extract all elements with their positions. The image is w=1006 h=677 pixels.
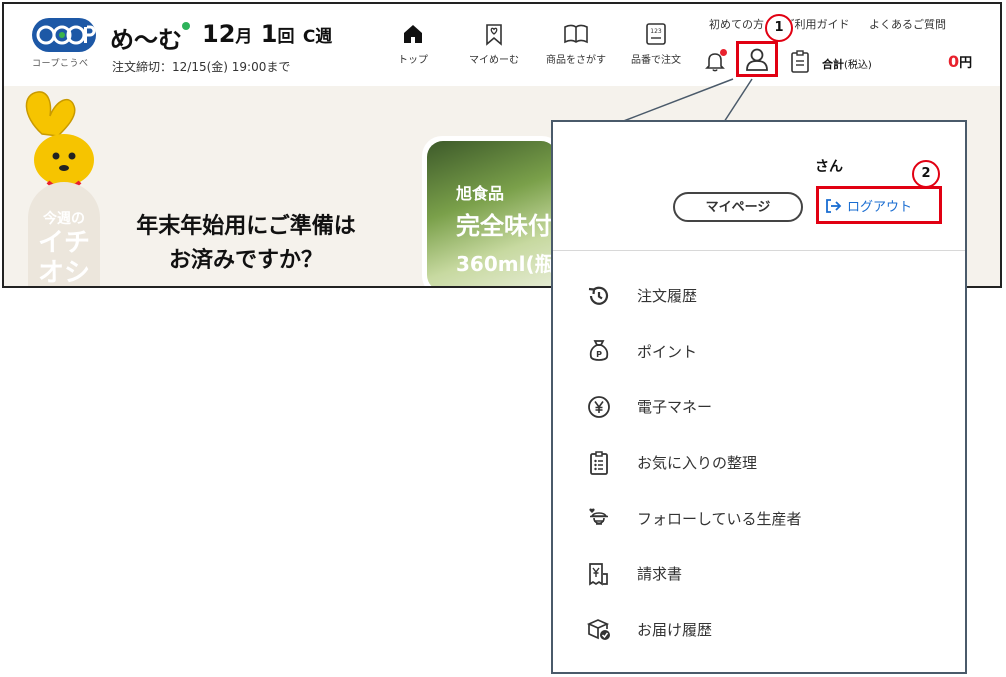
home-icon — [404, 25, 422, 43]
logout-label: ログアウト — [847, 200, 913, 215]
coop-logo[interactable] — [32, 18, 96, 52]
nav-search-products-label: 商品をさがす — [546, 55, 606, 66]
hero-title-line1: 年末年始用にご準備は — [136, 214, 356, 239]
yen-coin-icon — [585, 393, 613, 421]
menu-delivery-history-label: お届け履歴 — [637, 620, 713, 639]
menu-e-money-label: 電子マネー — [637, 398, 713, 417]
menu-favorites[interactable]: お気に入りの整理 — [553, 435, 965, 491]
nav-search-products[interactable]: 商品をさがす — [534, 22, 618, 66]
week-number: 1 — [260, 20, 278, 48]
account-dropdown-menu: さん マイページ ログアウト 2 注文履歴 P ポイント 電子マネー お気に入り… — [551, 120, 967, 674]
menu-e-money[interactable]: 電子マネー — [553, 379, 965, 435]
total-amount-unit: 円 — [959, 56, 973, 71]
notification-dot — [720, 49, 727, 56]
product-maker: 旭食品 — [456, 184, 505, 203]
nav-top-label: トップ — [398, 55, 428, 66]
logo-subtitle: コープこうべ — [32, 59, 89, 69]
user-icon — [746, 48, 768, 71]
total-label: 合計(税込) — [822, 56, 872, 72]
utility-links: 初めての方 ご利用ガイド よくあるご質問 — [709, 16, 962, 32]
weekly-tab-line2: イチ — [37, 228, 90, 258]
number-pad-icon: 123 — [646, 23, 666, 45]
total-tax-note: (税込) — [844, 60, 872, 71]
logout-button[interactable]: ログアウト — [825, 196, 912, 215]
step-badge-2: 2 — [912, 160, 940, 188]
account-menu-list: 注文履歴 P ポイント 電子マネー お気に入りの整理 フォローしている生産者 請… — [553, 268, 965, 657]
mascot-character-icon — [25, 91, 94, 190]
history-icon — [585, 282, 613, 310]
nav-my-meemu[interactable]: マイめーむ — [452, 22, 536, 66]
week-month-unit: 月 — [235, 27, 253, 47]
menu-points[interactable]: P ポイント — [553, 324, 965, 380]
product-name: 完全味付 — [456, 212, 552, 240]
account-button-highlight[interactable] — [736, 41, 778, 77]
producer-icon — [585, 504, 613, 532]
mypage-button[interactable]: マイページ — [673, 192, 803, 222]
order-week-info: 12月 1回 C週 — [202, 20, 332, 48]
link-usage-guide[interactable]: ご利用ガイド — [784, 18, 850, 31]
menu-favorites-label: お気に入りの整理 — [637, 454, 758, 473]
site-header: コープこうべ め〜む 12月 1回 C週 注文締切：12/15(金) 19:00… — [4, 4, 1000, 86]
user-name-suffix: さん — [815, 159, 843, 175]
svg-text:123: 123 — [650, 28, 662, 35]
menu-followed-producers-label: フォローしている生産者 — [637, 509, 802, 528]
menu-order-history[interactable]: 注文履歴 — [553, 268, 965, 324]
weekly-tab-line1: 今週の — [43, 211, 85, 227]
menu-divider — [553, 250, 965, 251]
svg-text:P: P — [596, 350, 602, 359]
menu-delivery-history[interactable]: お届け履歴 — [553, 602, 965, 658]
week-number-unit: 回 — [277, 27, 295, 47]
week-month-number: 12 — [202, 20, 236, 48]
step-badge-1: 1 — [765, 14, 793, 42]
nav-order-by-number[interactable]: 123 品番で注文 — [614, 22, 698, 66]
menu-invoice-label: 請求書 — [637, 565, 683, 584]
total-amount-value: 0 — [948, 52, 960, 71]
invoice-icon — [585, 560, 613, 588]
delivery-box-icon — [585, 615, 613, 643]
book-icon — [564, 24, 588, 44]
brand-name: め〜む — [110, 26, 182, 54]
link-first-time[interactable]: 初めての方 — [709, 18, 764, 31]
weekly-tab-line3: オシ — [37, 258, 90, 288]
clipboard-list-icon — [585, 449, 613, 477]
nav-my-meemu-label: マイめーむ — [469, 55, 519, 66]
menu-invoice[interactable]: 請求書 — [553, 546, 965, 602]
hero-title[interactable]: 年末年始用にご準備は お済みですか？ — [116, 210, 376, 278]
bookmark-heart-icon — [486, 24, 502, 46]
order-deadline: 注文締切：12/15(金) 19:00まで — [112, 60, 291, 74]
nav-order-by-number-label: 品番で注文 — [631, 55, 681, 66]
total-label-text: 合計 — [822, 58, 844, 71]
menu-followed-producers[interactable]: フォローしている生産者 — [553, 490, 965, 546]
nav-top[interactable]: トップ — [371, 22, 455, 66]
product-size: 360ml(瓶 — [456, 252, 555, 276]
point-bag-icon: P — [585, 337, 613, 365]
week-letter: C週 — [302, 27, 333, 47]
total-amount: 0円 — [948, 52, 972, 71]
menu-points-label: ポイント — [637, 342, 698, 361]
link-faq[interactable]: よくあるご質問 — [869, 18, 946, 31]
weekly-recommend-tab[interactable]: 今週の イチ オシ — [28, 182, 100, 288]
order-list-icon[interactable] — [789, 50, 811, 74]
menu-order-history-label: 注文履歴 — [637, 287, 698, 306]
hero-title-line2: お済みですか？ — [168, 248, 323, 273]
logout-icon — [826, 198, 842, 213]
brand-dot — [182, 22, 190, 30]
